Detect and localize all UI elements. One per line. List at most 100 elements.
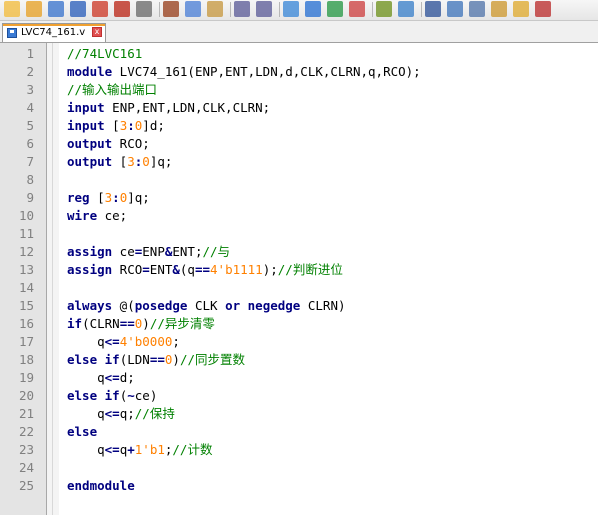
code-token: assign bbox=[67, 262, 113, 277]
line-number: 9 bbox=[26, 190, 34, 205]
code-token: reg bbox=[67, 190, 90, 205]
code-line[interactable]: 21 q<=q;//保持 bbox=[0, 405, 598, 423]
code-line[interactable]: 13 assign RCO=ENT&(q==4'b1111);//判断进位 bbox=[0, 261, 598, 279]
code-token: q bbox=[67, 442, 105, 457]
code-text: output RCO; bbox=[67, 135, 150, 153]
sync-v-icon[interactable] bbox=[376, 1, 392, 17]
code-line[interactable]: 16 if(CLRN==0)//异步清零 bbox=[0, 315, 598, 333]
line-number: 3 bbox=[26, 82, 34, 97]
code-editor[interactable]: 1 //74LVC161 2 module LVC74_161(ENP,ENT,LDN… bbox=[0, 43, 598, 515]
code-line[interactable]: 9 reg [3:0]q; bbox=[0, 189, 598, 207]
close-all-icon[interactable] bbox=[114, 1, 130, 17]
code-line[interactable]: 24 bbox=[0, 459, 598, 477]
folder-icon[interactable] bbox=[513, 1, 529, 17]
copy-icon[interactable] bbox=[185, 1, 201, 17]
record-macro-icon[interactable] bbox=[535, 1, 551, 17]
code-line[interactable]: 4 input ENP,ENT,LDN,CLK,CLRN; bbox=[0, 99, 598, 117]
code-line[interactable]: 25 endmodule bbox=[0, 477, 598, 495]
tab-label: LVC74_161.v bbox=[21, 27, 86, 38]
tab-lvc74-161[interactable]: LVC74_161.v x bbox=[2, 23, 106, 42]
code-token: module bbox=[67, 64, 113, 79]
line-number: 1 bbox=[26, 46, 34, 61]
replace-icon[interactable] bbox=[305, 1, 321, 17]
code-token: 4'b1111 bbox=[210, 262, 263, 277]
code-token: q bbox=[67, 370, 105, 385]
paste-icon[interactable] bbox=[207, 1, 223, 17]
redo-icon[interactable] bbox=[256, 1, 272, 17]
print-icon[interactable] bbox=[136, 1, 152, 17]
toolbar-separator bbox=[230, 2, 231, 17]
line-number: 2 bbox=[26, 64, 34, 79]
code-line[interactable]: 14 bbox=[0, 279, 598, 297]
code-token: LVC74_161(ENP,ENT,LDN,d,CLK,CLRN,q,RCO); bbox=[112, 64, 421, 79]
toolbar-separator bbox=[279, 2, 280, 17]
sync-h-icon[interactable] bbox=[398, 1, 414, 17]
code-text: module LVC74_161(ENP,ENT,LDN,d,CLK,CLRN,… bbox=[67, 63, 421, 81]
new-file-icon[interactable] bbox=[4, 1, 20, 17]
code-line[interactable]: 22 else bbox=[0, 423, 598, 441]
code-token: == bbox=[194, 262, 211, 277]
code-line[interactable]: 3 //输入输出端口 bbox=[0, 81, 598, 99]
find-icon[interactable] bbox=[283, 1, 299, 17]
code-line[interactable]: 12 assign ce=ENP&ENT;//与 bbox=[0, 243, 598, 261]
cut-icon[interactable] bbox=[163, 1, 179, 17]
doc-map-icon[interactable] bbox=[491, 1, 507, 17]
code-line[interactable]: 19 q<=d; bbox=[0, 369, 598, 387]
line-number: 8 bbox=[26, 172, 34, 187]
code-text: q<=d; bbox=[67, 369, 135, 387]
code-token: posedge bbox=[134, 298, 188, 313]
code-line[interactable]: 15 always @(posedge CLK or negedge CLRN) bbox=[0, 297, 598, 315]
code-line[interactable]: 17 q<=4'b0000; bbox=[0, 333, 598, 351]
open-file-icon[interactable] bbox=[26, 1, 42, 17]
code-token: q bbox=[67, 406, 105, 421]
code-line[interactable]: 7 output [3:0]q; bbox=[0, 153, 598, 171]
code-token: //同步置数 bbox=[179, 352, 245, 367]
code-line[interactable]: 23 q<=q+1'b1;//计数 bbox=[0, 441, 598, 459]
code-token: 3 bbox=[127, 154, 135, 169]
undo-icon[interactable] bbox=[234, 1, 250, 17]
line-number: 17 bbox=[18, 334, 34, 349]
code-line[interactable]: 20 else if(~ce) bbox=[0, 387, 598, 405]
indent-guide-icon[interactable] bbox=[469, 1, 485, 17]
code-line[interactable]: 5 input [3:0]d; bbox=[0, 117, 598, 135]
code-line[interactable]: 10 wire ce; bbox=[0, 207, 598, 225]
code-text: input [3:0]d; bbox=[67, 117, 165, 135]
show-all-chars-icon[interactable] bbox=[447, 1, 463, 17]
line-number: 24 bbox=[18, 460, 34, 475]
code-token: CLK bbox=[187, 298, 226, 313]
save-icon[interactable] bbox=[48, 1, 64, 17]
code-line[interactable]: 18 else if(LDN==0)//同步置数 bbox=[0, 351, 598, 369]
zoom-out-icon[interactable] bbox=[349, 1, 365, 17]
zoom-in-icon[interactable] bbox=[327, 1, 343, 17]
code-token: == bbox=[119, 316, 135, 331]
code-text: //74LVC161 bbox=[67, 45, 142, 63]
toolbar-separator bbox=[421, 2, 422, 17]
code-token: 1'b1 bbox=[134, 442, 165, 457]
code-token: [ bbox=[89, 190, 105, 205]
code-text: q<=4'b0000; bbox=[67, 333, 180, 351]
toolbar-separator bbox=[372, 2, 373, 17]
code-line[interactable]: 1 //74LVC161 bbox=[0, 45, 598, 63]
code-line[interactable]: 8 bbox=[0, 171, 598, 189]
code-token: ce; bbox=[97, 208, 128, 223]
code-token: output bbox=[67, 136, 113, 151]
save-all-icon[interactable] bbox=[70, 1, 86, 17]
tab-bar: LVC74_161.v x bbox=[0, 21, 598, 43]
code-line[interactable]: 6 output RCO; bbox=[0, 135, 598, 153]
close-tab-icon[interactable]: x bbox=[92, 27, 102, 37]
code-token: ENP bbox=[142, 244, 165, 259]
code-line[interactable]: 11 bbox=[0, 225, 598, 243]
code-token: <= bbox=[104, 370, 120, 385]
code-token: ); bbox=[262, 262, 278, 277]
code-token: output bbox=[67, 154, 113, 169]
code-text: assign RCO=ENT&(q==4'b1111);//判断进位 bbox=[67, 261, 343, 279]
line-number: 19 bbox=[18, 370, 34, 385]
code-text: if(CLRN==0)//异步清零 bbox=[67, 315, 215, 333]
code-token: RCO bbox=[112, 262, 143, 277]
code-token: negedge bbox=[247, 298, 301, 313]
word-wrap-icon[interactable] bbox=[425, 1, 441, 17]
code-token: : bbox=[127, 118, 135, 133]
code-token: ce bbox=[112, 244, 135, 259]
close-icon[interactable] bbox=[92, 1, 108, 17]
code-line[interactable]: 2 module LVC74_161(ENP,ENT,LDN,d,CLK,CLRN… bbox=[0, 63, 598, 81]
